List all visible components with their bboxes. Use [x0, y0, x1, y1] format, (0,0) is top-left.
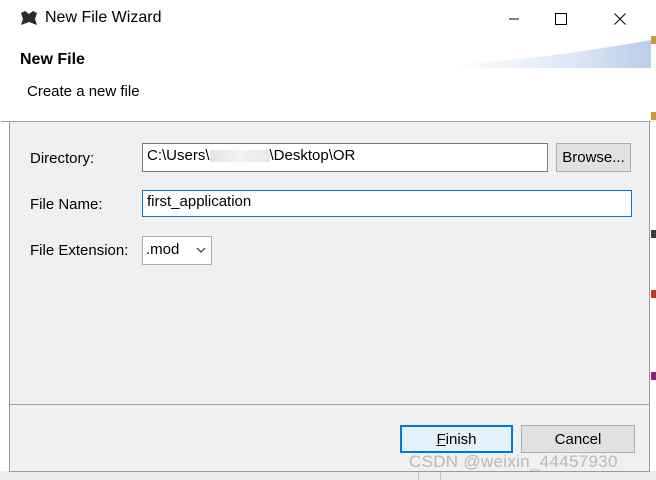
file-extension-value: .mod: [146, 241, 180, 258]
chevron-down-icon: [196, 247, 206, 253]
csdn-watermark: CSDN @weixin_44457930: [409, 452, 618, 471]
file-name-label: File Name:: [30, 196, 103, 213]
strip-divider: [418, 471, 430, 480]
file-extension-label: File Extension:: [30, 242, 129, 259]
maximize-button[interactable]: [538, 0, 584, 38]
directory-field[interactable]: C:\Users\ \Desktop\OR: [142, 143, 548, 172]
directory-label: Directory:: [30, 150, 95, 167]
background-status-strip: [0, 471, 656, 480]
wizard-banner: New File Create a new file: [1, 38, 651, 122]
app-logo-icon: [21, 11, 37, 25]
finish-button[interactable]: Finish: [400, 425, 513, 453]
window-title: New File Wizard: [45, 9, 162, 26]
finish-mnemonic: F: [436, 430, 446, 448]
banner-decoration-icon: [451, 40, 651, 68]
title-bar[interactable]: New File Wizard: [1, 0, 651, 38]
footer-separator: [10, 404, 649, 405]
editor-glyph: [651, 290, 656, 298]
file-extension-select[interactable]: .mod: [142, 236, 212, 265]
editor-glyph: [651, 372, 656, 380]
redacted-username: [209, 150, 270, 163]
finish-label-rest: inish: [445, 430, 477, 448]
close-button[interactable]: [597, 0, 643, 38]
cancel-button[interactable]: Cancel: [521, 425, 635, 453]
minimize-button[interactable]: [491, 0, 537, 38]
new-file-wizard-dialog: New File Wizard New File Create a new fi…: [1, 0, 651, 472]
browse-button[interactable]: Browse...: [556, 143, 631, 172]
minimize-icon: [509, 18, 519, 20]
banner-title: New File: [20, 51, 85, 68]
strip-divider: [440, 471, 452, 480]
close-icon: [614, 13, 626, 25]
banner-description: Create a new file: [27, 83, 140, 100]
editor-glyph: [651, 230, 656, 238]
maximize-icon: [555, 13, 567, 25]
directory-value-suffix: \Desktop\OR: [269, 147, 356, 164]
file-name-field[interactable]: first_application: [142, 190, 632, 217]
editor-glyph: [651, 36, 656, 44]
directory-value-prefix: C:\Users\: [147, 147, 210, 164]
editor-glyph: [651, 112, 656, 120]
